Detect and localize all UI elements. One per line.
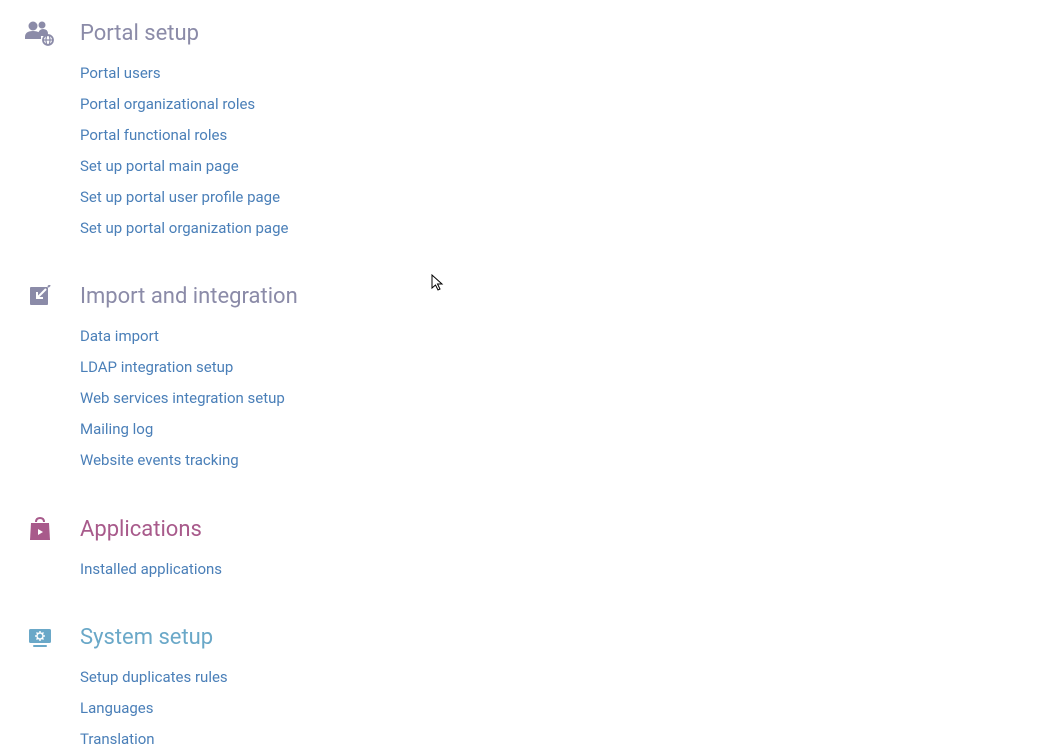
link-website-events[interactable]: Website events tracking — [80, 445, 1064, 476]
section-title-portal-setup: Portal setup — [80, 21, 199, 46]
section-import-integration: Import and integration Data import LDAP … — [0, 284, 1064, 476]
monitor-gear-icon — [0, 627, 80, 649]
link-installed-apps[interactable]: Installed applications — [80, 554, 1064, 585]
section-applications: Applications Installed applications — [0, 516, 1064, 585]
import-arrow-icon — [0, 285, 80, 309]
section-system-setup: System setup Setup duplicates rules Lang… — [0, 625, 1064, 755]
section-portal-setup: Portal setup Portal users Portal organiz… — [0, 20, 1064, 244]
link-setup-main-page[interactable]: Set up portal main page — [80, 151, 1064, 182]
section-header-applications: Applications — [0, 516, 1064, 542]
link-translation[interactable]: Translation — [80, 724, 1064, 755]
links-import-integration: Data import LDAP integration setup Web s… — [80, 321, 1064, 476]
section-header-system-setup: System setup — [0, 625, 1064, 650]
section-header-import-integration: Import and integration — [0, 284, 1064, 309]
link-data-import[interactable]: Data import — [80, 321, 1064, 352]
section-header-portal-setup: Portal setup — [0, 20, 1064, 46]
links-applications: Installed applications — [80, 554, 1064, 585]
links-system-setup: Setup duplicates rules Languages Transla… — [80, 662, 1064, 755]
link-ldap-setup[interactable]: LDAP integration setup — [80, 352, 1064, 383]
link-web-services-setup[interactable]: Web services integration setup — [80, 383, 1064, 414]
shopping-bag-icon — [0, 516, 80, 542]
link-setup-duplicates[interactable]: Setup duplicates rules — [80, 662, 1064, 693]
link-languages[interactable]: Languages — [80, 693, 1064, 724]
link-setup-org-page[interactable]: Set up portal organization page — [80, 213, 1064, 244]
links-portal-setup: Portal users Portal organizational roles… — [80, 58, 1064, 244]
link-portal-users[interactable]: Portal users — [80, 58, 1064, 89]
link-portal-org-roles[interactable]: Portal organizational roles — [80, 89, 1064, 120]
link-mailing-log[interactable]: Mailing log — [80, 414, 1064, 445]
section-title-applications: Applications — [80, 517, 202, 542]
link-setup-user-profile[interactable]: Set up portal user profile page — [80, 182, 1064, 213]
users-globe-icon — [0, 20, 80, 46]
section-title-system-setup: System setup — [80, 625, 213, 650]
section-title-import-integration: Import and integration — [80, 284, 298, 309]
link-portal-func-roles[interactable]: Portal functional roles — [80, 120, 1064, 151]
